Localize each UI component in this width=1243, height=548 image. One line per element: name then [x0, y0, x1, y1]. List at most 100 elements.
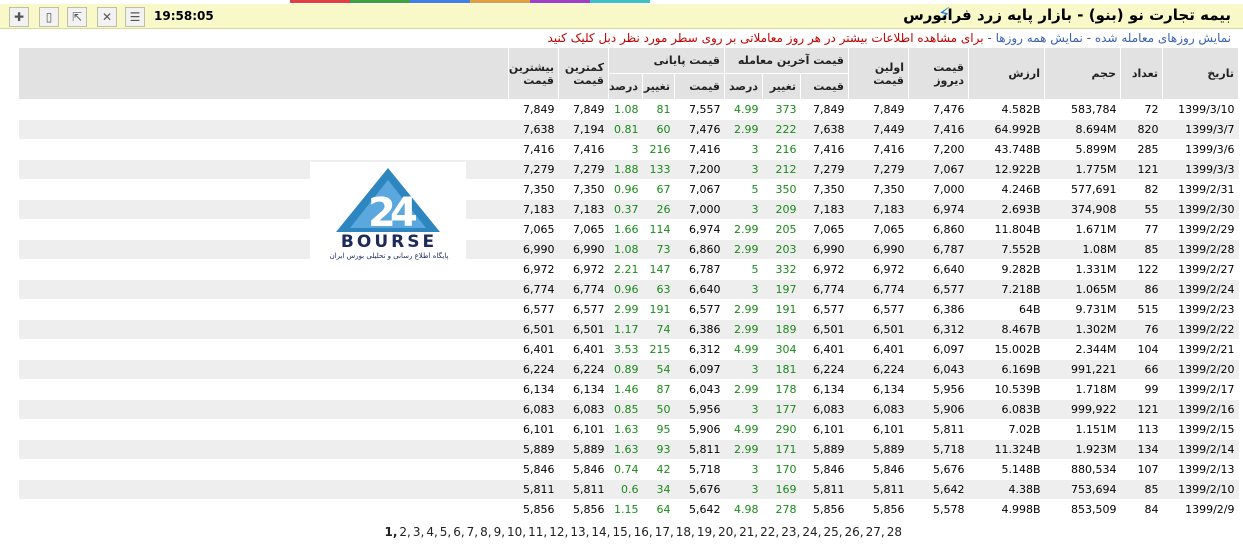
cell-last-percent: 3 — [724, 459, 763, 480]
page-link[interactable]: 18, — [676, 525, 695, 539]
page-link[interactable]: 8, — [480, 525, 491, 539]
cell-prev-price: 7,200 — [908, 139, 969, 160]
cell-last-price: 7,065 — [800, 219, 849, 240]
page-link[interactable]: 17, — [655, 525, 674, 539]
table-row[interactable]: 1399/2/24 86 1.065M 7.218B 6,577 6,774 6,774 19… — [18, 279, 1239, 300]
page-link[interactable]: 28 — [887, 525, 902, 539]
cell-last-change: 169 — [762, 479, 801, 500]
col-volume[interactable]: حجم — [1044, 47, 1121, 100]
export-icon[interactable]: ⇱ — [67, 7, 87, 27]
page-link[interactable]: 23, — [781, 525, 800, 539]
add-icon[interactable]: ✚ — [9, 7, 29, 27]
table-row[interactable]: 1399/2/28 85 1.08M 7.552B 6,787 6,990 6,990 203… — [18, 239, 1239, 260]
page-link[interactable]: 3, — [413, 525, 424, 539]
cell-final-price: 5,811 — [674, 439, 725, 460]
link-separator: - — [987, 31, 992, 45]
table-row[interactable]: 1399/2/9 84 853,509 4.998B 5,578 5,856 5,856 27… — [18, 499, 1239, 520]
table-row[interactable]: 1399/2/13 107 880,534 5.148B 5,676 5,846 5,846… — [18, 459, 1239, 480]
table-icon[interactable]: ☰ — [125, 7, 145, 27]
cell-final-change: 74 — [642, 319, 675, 340]
cell-first-price: 5,846 — [848, 459, 909, 480]
col-final-change[interactable]: تغییر — [642, 73, 675, 100]
col-final-price[interactable]: قیمت — [674, 73, 725, 100]
cell-last-change: 216 — [762, 139, 801, 160]
document-icon[interactable]: ▯ — [39, 7, 59, 27]
page-link[interactable]: 14, — [591, 525, 610, 539]
table-row[interactable]: 1399/2/17 99 1.718M 10.539B 5,956 6,134 6,134 1… — [18, 379, 1239, 400]
table-row[interactable]: 1399/3/3 121 1.775M 12.922B 7,067 7,279 7,279 2… — [18, 159, 1239, 180]
page-link[interactable]: 20, — [718, 525, 737, 539]
cell-final-price: 6,097 — [674, 359, 725, 380]
page-link[interactable]: 25, — [823, 525, 842, 539]
cell-last-percent: 4.99 — [724, 419, 763, 440]
table-row[interactable]: 1399/2/15 113 1.151M 7.02B 5,811 6,101 6,101 29… — [18, 419, 1239, 440]
page-link[interactable]: 15, — [613, 525, 632, 539]
table-row[interactable]: 1399/2/31 82 577,691 4.246B 7,000 7,350 7,350 3… — [18, 179, 1239, 200]
all-days-link[interactable]: نمایش همه روزها — [996, 31, 1083, 45]
cell-volume: 753,694 — [1044, 479, 1121, 500]
col-prev-price[interactable]: قیمت دیروز — [908, 47, 969, 100]
cell-last-price: 6,083 — [800, 399, 849, 420]
history-table: تاریخ تعداد حجم ارزش قیمت دیروز اولین قی… — [18, 47, 1239, 520]
page-link[interactable]: 24, — [802, 525, 821, 539]
col-first-price[interactable]: اولین قیمت — [848, 47, 909, 100]
col-date[interactable]: تاریخ — [1162, 47, 1239, 100]
page-link[interactable]: 6, — [453, 525, 464, 539]
col-last-price[interactable]: قیمت — [800, 73, 849, 100]
page-link[interactable]: 9, — [494, 525, 505, 539]
cell-max-price: 6,501 — [508, 319, 559, 340]
table-row[interactable]: 1399/3/10 72 583,784 4.582B 7,476 7,849 7,849 3… — [18, 99, 1239, 120]
table-row[interactable]: 1399/3/7 820 8.694M 64.992B 7,416 7,449 7,638 2… — [18, 119, 1239, 140]
col-last-change[interactable]: تغییر — [762, 73, 801, 100]
cell-final-price: 6,386 — [674, 319, 725, 340]
cell-last-change: 350 — [762, 179, 801, 200]
col-last-percent[interactable]: درصد — [724, 73, 763, 100]
cell-empty — [18, 419, 509, 440]
table-row[interactable]: 1399/2/10 85 753,694 4.38B 5,642 5,811 5,811 16… — [18, 479, 1239, 500]
traded-days-link[interactable]: نمایش روزهای معامله شده — [1095, 31, 1231, 45]
page-link[interactable]: 16, — [634, 525, 653, 539]
col-count[interactable]: تعداد — [1120, 47, 1163, 100]
cell-volume: 1.065M — [1044, 279, 1121, 300]
table-row[interactable]: 1399/2/14 134 1.923M 11.324B 5,718 5,889 5,889… — [18, 439, 1239, 460]
page-link[interactable]: 11, — [528, 525, 547, 539]
chart-icon[interactable]: ✕ — [97, 7, 117, 27]
page-current[interactable]: 1, — [384, 525, 397, 539]
cell-final-percent: 0.96 — [608, 179, 643, 200]
cell-count: 84 — [1120, 499, 1163, 520]
cell-max-price: 6,577 — [508, 299, 559, 320]
cell-last-price: 6,134 — [800, 379, 849, 400]
table-row[interactable]: 1399/2/20 66 991,221 6.169B 6,043 6,224 6,224 1… — [18, 359, 1239, 380]
table-row[interactable]: 1399/2/30 55 374,908 2.693B 6,974 7,183 7,183 2… — [18, 199, 1239, 220]
page-link[interactable]: 21, — [739, 525, 758, 539]
table-row[interactable]: 1399/2/29 77 1.671M 11.804B 6,860 7,065 7,065 2… — [18, 219, 1239, 240]
page-link[interactable]: 19, — [697, 525, 716, 539]
table-row[interactable]: 1399/3/6 285 5.899M 43.748B 7,200 7,416 7,416 2… — [18, 139, 1239, 160]
cell-final-change: 60 — [642, 119, 675, 140]
table-row[interactable]: 1399/2/16 121 999,922 6.083B 5,906 6,083 6,083… — [18, 399, 1239, 420]
page-link[interactable]: 5, — [440, 525, 451, 539]
page-link[interactable]: 10, — [507, 525, 526, 539]
page-link[interactable]: 2, — [399, 525, 410, 539]
table-row[interactable]: 1399/2/23 515 9.731M 64B 6,386 6,577 6,577 191 2… — [18, 299, 1239, 320]
page-link[interactable]: 4, — [426, 525, 437, 539]
cell-last-price: 7,183 — [800, 199, 849, 220]
cell-last-percent: 2.99 — [724, 379, 763, 400]
page-link[interactable]: 13, — [570, 525, 589, 539]
page-link[interactable]: 12, — [549, 525, 568, 539]
cell-volume: 1.08M — [1044, 239, 1121, 260]
page-link[interactable]: 27, — [866, 525, 885, 539]
col-final-percent[interactable]: درصد — [608, 73, 643, 100]
page-link[interactable]: 22, — [760, 525, 779, 539]
table-row[interactable]: 1399/2/22 76 1.302M 8.467B 6,312 6,501 6,501 18… — [18, 319, 1239, 340]
cell-empty — [18, 299, 509, 320]
col-value[interactable]: ارزش — [968, 47, 1045, 100]
cell-count: 82 — [1120, 179, 1163, 200]
col-max-price[interactable]: بیشترین قیمت — [508, 47, 559, 100]
table-row[interactable]: 1399/2/21 104 2.344M 15.002B 6,097 6,401 6,401… — [18, 339, 1239, 360]
cell-value: 4.246B — [968, 179, 1045, 200]
table-row[interactable]: 1399/2/27 122 1.331M 9.282B 6,640 6,972 6,972 3… — [18, 259, 1239, 280]
page-link[interactable]: 7, — [467, 525, 478, 539]
col-min-price[interactable]: کمترین قیمت — [558, 47, 609, 100]
page-link[interactable]: 26, — [845, 525, 864, 539]
